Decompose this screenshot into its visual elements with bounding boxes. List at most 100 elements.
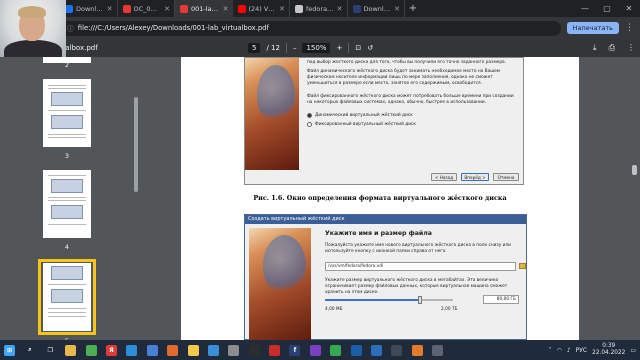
max-size-label: 2,00 ТБ [441, 307, 458, 312]
clock[interactable]: 0:39 22.04.2022 [592, 343, 625, 357]
size-value-field[interactable]: 80,00 ГБ [483, 295, 519, 304]
app-dark-icon[interactable] [391, 344, 403, 356]
option-dynamic[interactable]: Динамический виртуальный жёсткий диск [307, 113, 413, 118]
tab-close-icon[interactable]: ✕ [164, 5, 170, 13]
tab-title: Downloads – Or [76, 4, 104, 13]
app-green-icon[interactable] [330, 344, 342, 356]
tab[interactable]: Download Fedor✕ [348, 0, 405, 17]
zoom-in-button[interactable]: + [336, 44, 342, 52]
url-text: file:///C:/Users/Alexey/Downloads/001-la… [77, 24, 269, 32]
terminal-icon[interactable] [248, 344, 260, 356]
yandex-icon[interactable]: Я [105, 344, 117, 356]
tab[interactable]: OC_01.03.02: Ce✕ [118, 0, 175, 17]
thumbnail-page[interactable] [43, 79, 91, 147]
back-button[interactable]: < Назад [431, 173, 457, 181]
search-icon[interactable]: ⌕ [24, 345, 35, 356]
virtualbox-icon[interactable] [350, 344, 362, 356]
edge-icon[interactable] [126, 344, 138, 356]
disk-path-field[interactable]: /var/vm/fedora/fedora.vdi [325, 262, 516, 271]
size-description: Укажите размер виртуального жёсткого дис… [325, 278, 508, 295]
zoom-level[interactable]: 150% [302, 43, 331, 53]
thumbnail-number: 2 [64, 61, 70, 69]
notes-icon[interactable] [187, 344, 199, 356]
file-explorer-icon[interactable] [65, 344, 77, 356]
app-grey-icon[interactable] [432, 344, 444, 356]
tab-close-icon[interactable]: ✕ [107, 5, 113, 13]
pdf-actions: ⤓ ⎙ ⋮ [593, 43, 635, 53]
minimize-icon[interactable]: — [574, 4, 596, 13]
dialog-title: Создать виртуальный жёсткий диск [245, 215, 526, 224]
tray-arrow-icon[interactable]: ˄ [549, 347, 552, 354]
start-icon[interactable]: ⊞ [4, 344, 15, 356]
network-icon[interactable]: ◠ [557, 347, 562, 354]
fedora-icon[interactable]: f [289, 344, 301, 356]
visual-studio-icon[interactable] [309, 344, 321, 356]
next-button[interactable]: Вперёд > [461, 173, 489, 181]
fit-page-icon[interactable]: ⊡ [355, 44, 361, 52]
photos-icon[interactable] [207, 344, 219, 356]
radio-icon[interactable] [307, 122, 312, 127]
pdf-viewer[interactable]: под выбор жесткого диска для того, чтобы… [142, 57, 640, 340]
download-icon[interactable]: ⤓ [593, 43, 597, 53]
tab[interactable]: Downloads – Or✕ [60, 0, 118, 17]
person-hair [18, 6, 46, 18]
language-indicator[interactable]: РУС [576, 347, 587, 354]
settings-icon[interactable] [228, 344, 240, 356]
tab-favicon-icon [122, 4, 131, 13]
media-player-icon[interactable] [167, 344, 179, 356]
thumbnail-page[interactable] [43, 170, 91, 238]
pdf-page: под выбор жесткого диска для того, чтобы… [181, 57, 579, 340]
rotate-icon[interactable]: ↺ [367, 44, 373, 52]
notifications-icon[interactable]: ▭ [630, 347, 636, 354]
print-icon[interactable]: ⎙ [609, 43, 615, 53]
zoom-out-button[interactable]: – [293, 44, 297, 52]
app-orange-icon[interactable] [411, 344, 423, 356]
size-slider-thumb[interactable] [417, 296, 422, 304]
divider [348, 43, 350, 53]
tab-favicon-icon [352, 4, 361, 13]
option-fixed-label: Фиксированный виртуальный жёсткий диск [315, 122, 416, 127]
tab[interactable]: (24) VirtualBox✕ [233, 0, 290, 17]
tab-favicon-icon [65, 4, 73, 13]
cancel-button[interactable]: Отмена [493, 173, 519, 181]
radio-selected-icon[interactable] [307, 113, 312, 118]
dialog-heading: Укажите имя и размер файла [325, 230, 432, 237]
more-icon[interactable]: ⋮ [627, 43, 635, 53]
tab-close-icon[interactable]: ✕ [337, 5, 343, 13]
folder-icon[interactable] [519, 263, 526, 269]
tab-title: OC_01.03.02: Ce [133, 4, 162, 13]
volume-icon[interactable]: ♪ [567, 347, 571, 354]
tab-active[interactable]: 001-lab_virtu✕ [175, 0, 233, 17]
maximize-icon[interactable]: ▢ [596, 4, 618, 13]
viewer-scrollbar[interactable] [632, 165, 637, 175]
tab-favicon-icon [295, 4, 303, 13]
app-blue-icon[interactable] [371, 344, 383, 356]
option-fixed[interactable]: Фиксированный виртуальный жёсткий диск [307, 122, 416, 127]
tab-favicon-icon [237, 4, 246, 13]
tab-close-icon[interactable]: ✕ [279, 5, 285, 13]
tab-close-icon[interactable]: ✕ [394, 5, 400, 13]
file-info-icon[interactable]: ⓘ [67, 23, 74, 33]
tab-title: fedora install — [306, 4, 334, 13]
chrome-icon[interactable] [85, 344, 97, 356]
new-tab-button[interactable]: + [405, 0, 421, 17]
tab-close-icon[interactable]: ✕ [223, 5, 229, 13]
tab-title: Download Fedor [363, 4, 392, 13]
page-number-input[interactable]: 5 [248, 43, 261, 53]
print-button[interactable]: Напечатать [566, 22, 619, 34]
sidebar-scrollbar[interactable] [134, 97, 138, 192]
url-field[interactable]: ⓘ file:///C:/Users/Alexey/Downloads/001-… [60, 20, 561, 36]
close-window-icon[interactable]: ✕ [618, 4, 640, 13]
browser-menu-icon[interactable]: ⋮ [625, 23, 634, 33]
tab[interactable]: fedora install —✕ [290, 0, 348, 17]
store-icon[interactable] [146, 344, 158, 356]
figure-screenshot-disk-name-size: Создать виртуальный жёсткий диск Укажите… [244, 214, 527, 340]
fixed-description: Файл фиксированного жёсткого диска может… [307, 94, 514, 105]
taskbar: ⊞ ⌕ ❐ Яf ˄ ◠ ♪ РУС 0:39 22.04.2022 ▭ [0, 340, 640, 360]
person-shirt [4, 40, 62, 57]
tab-title: 001-lab_virtu [191, 4, 220, 13]
size-slider-fill [325, 299, 420, 301]
task-view-icon[interactable]: ❐ [45, 345, 56, 356]
tab-strip: lbox — Re✕Downloads – Or✕OC_01.03.02: Ce… [0, 0, 640, 17]
app-red-icon[interactable] [269, 344, 281, 356]
